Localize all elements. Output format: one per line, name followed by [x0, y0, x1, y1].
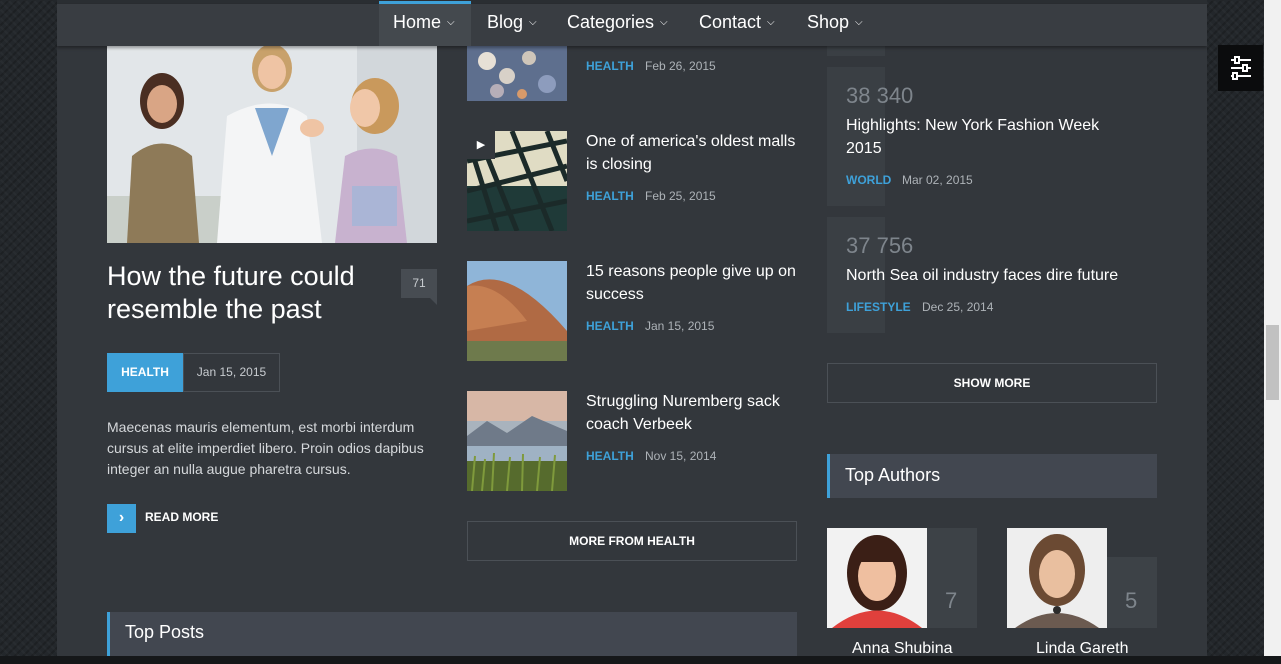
- show-more-button[interactable]: SHOW MORE: [827, 363, 1157, 403]
- author-name[interactable]: Anna Shubina: [852, 640, 953, 656]
- chevron-down-icon: ⌵: [660, 17, 668, 29]
- chevron-down-icon: ⌵: [529, 17, 537, 29]
- post-date: Nov 15, 2014: [645, 449, 717, 463]
- post-category[interactable]: HEALTH: [586, 189, 634, 203]
- post-thumbnail[interactable]: ▶: [467, 131, 567, 231]
- author-post-count: 5: [1125, 588, 1138, 613]
- nav-shop-label: Shop: [807, 12, 850, 32]
- featured-title[interactable]: How the future could resemble the past: [107, 260, 397, 326]
- author-post-count: 7: [945, 588, 958, 613]
- ranked-post-title[interactable]: North Sea oil industry faces dire future: [846, 264, 1136, 287]
- nav-blog-label: Blog: [487, 12, 524, 32]
- chevron-down-icon: ⌵: [447, 17, 455, 29]
- lake-image: [467, 391, 567, 491]
- nav-shop[interactable]: Shop ⌵: [793, 4, 877, 46]
- rank-bar: [827, 46, 885, 56]
- post-thumbnail[interactable]: [467, 391, 567, 491]
- more-from-health-button[interactable]: MORE FROM HEALTH: [467, 521, 797, 561]
- avatar[interactable]: [1007, 528, 1107, 628]
- comment-count-badge[interactable]: 71: [401, 269, 437, 305]
- post-thumbnail[interactable]: [467, 46, 567, 101]
- author-name[interactable]: Linda Gareth: [1036, 640, 1129, 656]
- featured-photo-illustration: [107, 46, 437, 243]
- ranked-post-category[interactable]: LIFESTYLE: [846, 300, 911, 314]
- page-container: Home ⌵ Blog ⌵ Categories ⌵ Contact ⌵ Shop ⌵: [57, 0, 1207, 656]
- chevron-right-icon[interactable]: ›: [107, 504, 136, 533]
- post-date: Jan 15, 2015: [645, 319, 715, 333]
- author-photo-linda: [1007, 528, 1107, 628]
- post-title[interactable]: One of america's oldest malls is closing: [586, 130, 801, 176]
- nav-home-label: Home: [393, 12, 442, 32]
- ranked-post-title[interactable]: Highlights: New York Fashion Week 2015: [846, 114, 1136, 160]
- nav-blog[interactable]: Blog ⌵: [473, 4, 551, 46]
- nav-home[interactable]: Home ⌵: [379, 1, 471, 46]
- top-posts-heading: Top Posts: [107, 612, 797, 656]
- scrollbar-thumb[interactable]: [1266, 325, 1279, 400]
- post-date: Feb 26, 2015: [645, 59, 716, 73]
- post-date: Feb 25, 2015: [645, 189, 716, 203]
- read-more-link[interactable]: READ MORE: [145, 510, 218, 524]
- author-photo-anna: [827, 528, 927, 628]
- view-count: 38 340: [846, 83, 914, 108]
- nav-categories[interactable]: Categories ⌵: [553, 4, 682, 46]
- page-scrollbar[interactable]: [1264, 0, 1281, 664]
- view-count: 37 756: [846, 233, 914, 258]
- nav-contact[interactable]: Contact ⌵: [685, 4, 789, 46]
- chevron-down-icon: ⌵: [767, 17, 775, 29]
- top-authors-heading-label: Top Authors: [845, 465, 941, 485]
- featured-category-tag[interactable]: HEALTH: [107, 353, 183, 392]
- nav-contact-label: Contact: [699, 12, 762, 32]
- settings-sliders-icon[interactable]: [1218, 45, 1263, 91]
- ranked-post-date: Mar 02, 2015: [902, 173, 973, 187]
- nav-categories-label: Categories: [567, 12, 655, 32]
- top-posts-heading-label: Top Posts: [125, 622, 205, 642]
- avatar[interactable]: [827, 528, 927, 628]
- post-title[interactable]: Struggling Nuremberg sack coach Verbeek: [586, 390, 801, 436]
- post-title[interactable]: 15 reasons people give up on success: [586, 260, 801, 306]
- rock-image: [467, 261, 567, 361]
- bottom-strip: [0, 656, 1281, 664]
- chevron-down-icon: ⌵: [855, 17, 863, 29]
- flowers-image: [467, 46, 567, 101]
- featured-image[interactable]: [107, 46, 437, 243]
- main-nav: Home ⌵ Blog ⌵ Categories ⌵ Contact ⌵ Shop ⌵: [57, 1, 1207, 46]
- play-icon[interactable]: ▶: [467, 131, 495, 159]
- post-category[interactable]: HEALTH: [586, 59, 634, 73]
- post-thumbnail[interactable]: [467, 261, 567, 361]
- post-category[interactable]: HEALTH: [586, 319, 634, 333]
- post-category[interactable]: HEALTH: [586, 449, 634, 463]
- top-authors-heading: Top Authors: [827, 454, 1157, 498]
- ranked-post-date: Dec 25, 2014: [922, 300, 994, 314]
- ranked-post-category[interactable]: WORLD: [846, 173, 891, 187]
- featured-date: Jan 15, 2015: [183, 353, 280, 392]
- featured-excerpt: Maecenas mauris elementum, est morbi int…: [107, 419, 424, 477]
